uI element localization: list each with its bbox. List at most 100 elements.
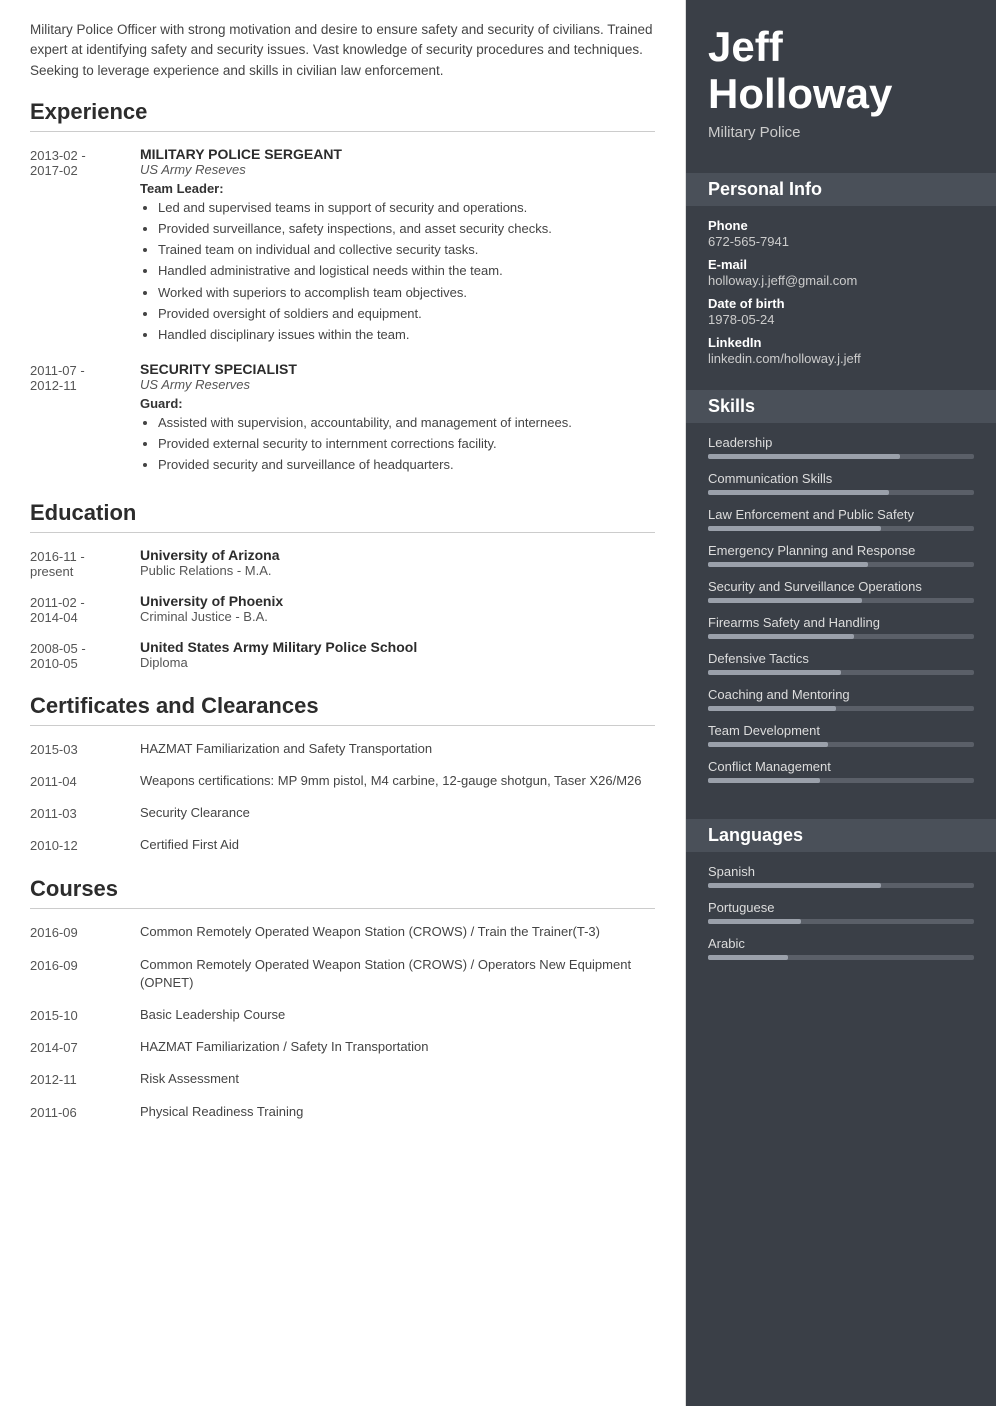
education-entry: 2016-11 -present University of Arizona P…: [30, 547, 655, 579]
cert-entry: 2010-12 Certified First Aid: [30, 836, 655, 854]
skill-bar-bg: [708, 562, 974, 567]
dob-label: Date of birth: [708, 296, 974, 311]
edu-date: 2008-05 -2010-05: [30, 639, 140, 671]
skill-row: Conflict Management: [708, 759, 974, 783]
edu-degree: Diploma: [140, 655, 655, 670]
education-entry: 2008-05 -2010-05 United States Army Mili…: [30, 639, 655, 671]
job-role: Military Police: [708, 124, 974, 141]
skill-bar-fill: [708, 778, 820, 783]
phone-value: 672-565-7941: [708, 234, 974, 249]
last-name: Holloway: [708, 70, 974, 118]
exp-date: 2013-02 -2017-02: [30, 146, 140, 347]
lang-bar-bg: [708, 883, 974, 888]
education-entry: 2011-02 -2014-04 University of Phoenix C…: [30, 593, 655, 625]
cert-label: Certified First Aid: [140, 837, 239, 852]
cert-date: 2010-12: [30, 836, 140, 854]
skill-bar-fill: [708, 706, 836, 711]
bullet-item: Provided external security to internment…: [158, 435, 655, 453]
course-date: 2016-09: [30, 923, 140, 941]
bullet-item: Assisted with supervision, accountabilit…: [158, 414, 655, 432]
skill-bar-bg: [708, 742, 974, 747]
exp-company: US Army Reseves: [140, 162, 655, 177]
skill-row: Firearms Safety and Handling: [708, 615, 974, 639]
course-date: 2014-07: [30, 1038, 140, 1056]
email-value: holloway.j.jeff@gmail.com: [708, 273, 974, 288]
skill-bar-fill: [708, 598, 862, 603]
skills-title: Skills: [686, 390, 996, 423]
skill-bar-bg: [708, 454, 974, 459]
cert-entry: 2011-03 Security Clearance: [30, 804, 655, 822]
course-label: Risk Assessment: [140, 1071, 239, 1086]
exp-title: SECURITY SPECIALIST: [140, 361, 655, 377]
cert-content: Weapons certifications: MP 9mm pistol, M…: [140, 772, 655, 790]
courses-section: Courses 2016-09 Common Remotely Operated…: [30, 876, 655, 1120]
course-date: 2011-06: [30, 1103, 140, 1121]
experience-entry: 2011-07 -2012-11 SECURITY SPECIALIST US …: [30, 361, 655, 478]
exp-bullets: Led and supervised teams in support of s…: [140, 199, 655, 344]
skill-row: Communication Skills: [708, 471, 974, 495]
dob-value: 1978-05-24: [708, 312, 974, 327]
skill-bar-bg: [708, 634, 974, 639]
skill-bar-fill: [708, 670, 841, 675]
certs-title: Certificates and Clearances: [30, 693, 655, 726]
lang-bar-fill: [708, 919, 801, 924]
course-content: Basic Leadership Course: [140, 1006, 655, 1024]
bullet-item: Provided security and surveillance of he…: [158, 456, 655, 474]
edu-school: University of Arizona: [140, 547, 655, 563]
language-row: Arabic: [708, 936, 974, 960]
skill-name: Leadership: [708, 435, 974, 450]
language-row: Portuguese: [708, 900, 974, 924]
cert-label: Weapons certifications: MP 9mm pistol, M…: [140, 773, 641, 788]
skill-name: Firearms Safety and Handling: [708, 615, 974, 630]
skill-name: Security and Surveillance Operations: [708, 579, 974, 594]
exp-title: MILITARY POLICE SERGEANT: [140, 146, 655, 162]
course-entry: 2016-09 Common Remotely Operated Weapon …: [30, 956, 655, 992]
exp-content: SECURITY SPECIALIST US Army Reserves Gua…: [140, 361, 655, 478]
course-content: Risk Assessment: [140, 1070, 655, 1088]
edu-date: 2011-02 -2014-04: [30, 593, 140, 625]
skill-bar-fill: [708, 562, 868, 567]
cert-content: HAZMAT Familiarization and Safety Transp…: [140, 740, 655, 758]
cert-entry: 2015-03 HAZMAT Familiarization and Safet…: [30, 740, 655, 758]
course-date: 2012-11: [30, 1070, 140, 1088]
exp-date: 2011-07 -2012-11: [30, 361, 140, 478]
name-block: Jeff Holloway Military Police: [686, 0, 996, 159]
summary-text: Military Police Officer with strong moti…: [30, 20, 655, 81]
skill-row: Coaching and Mentoring: [708, 687, 974, 711]
cert-content: Security Clearance: [140, 804, 655, 822]
course-entry: 2012-11 Risk Assessment: [30, 1070, 655, 1088]
exp-role-label: Team Leader:: [140, 181, 655, 196]
skill-name: Coaching and Mentoring: [708, 687, 974, 702]
skill-bar-bg: [708, 670, 974, 675]
personal-info-title: Personal Info: [686, 173, 996, 206]
skill-name: Law Enforcement and Public Safety: [708, 507, 974, 522]
skill-bar-fill: [708, 634, 854, 639]
skill-bar-bg: [708, 598, 974, 603]
skill-bar-bg: [708, 526, 974, 531]
course-entry: 2014-07 HAZMAT Familiarization / Safety …: [30, 1038, 655, 1056]
skill-name: Conflict Management: [708, 759, 974, 774]
language-row: Spanish: [708, 864, 974, 888]
course-content: Common Remotely Operated Weapon Station …: [140, 956, 655, 992]
lang-bar-bg: [708, 955, 974, 960]
skill-name: Team Development: [708, 723, 974, 738]
skill-row: Security and Surveillance Operations: [708, 579, 974, 603]
lang-name: Spanish: [708, 864, 974, 879]
languages-title: Languages: [686, 819, 996, 852]
first-name: Jeff: [708, 24, 974, 70]
lang-name: Portuguese: [708, 900, 974, 915]
lang-bar-bg: [708, 919, 974, 924]
linkedin-value: linkedin.com/holloway.j.jeff: [708, 351, 974, 366]
courses-title: Courses: [30, 876, 655, 909]
cert-entry: 2011-04 Weapons certifications: MP 9mm p…: [30, 772, 655, 790]
email-label: E-mail: [708, 257, 974, 272]
skill-row: Law Enforcement and Public Safety: [708, 507, 974, 531]
lang-bar-fill: [708, 883, 881, 888]
edu-degree: Criminal Justice - B.A.: [140, 609, 655, 624]
lang-name: Arabic: [708, 936, 974, 951]
skill-row: Emergency Planning and Response: [708, 543, 974, 567]
bullet-item: Led and supervised teams in support of s…: [158, 199, 655, 217]
personal-info-section: Personal Info Phone 672-565-7941 E-mail …: [686, 159, 996, 376]
skill-bar-fill: [708, 526, 881, 531]
bullet-item: Provided oversight of soldiers and equip…: [158, 305, 655, 323]
